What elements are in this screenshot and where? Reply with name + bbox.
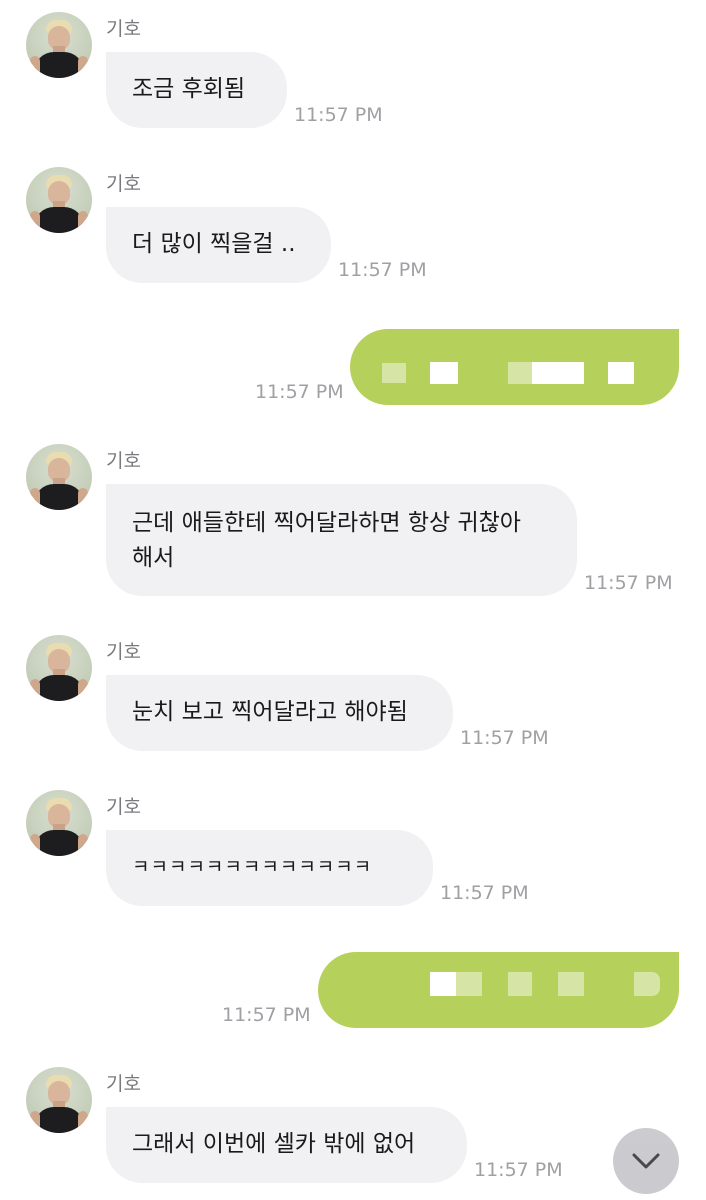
message-bubble[interactable]: 그래서 이번에 셀카 밖에 없어 [106, 1107, 467, 1183]
message-time: 11:57 PM [338, 259, 427, 281]
avatar[interactable] [26, 635, 92, 701]
message-bubble[interactable]: 조금 후회됨 [106, 52, 287, 128]
sender-name: 기호 [106, 18, 141, 40]
message-time: 11:57 PM [460, 727, 549, 749]
message-time: 11:57 PM [222, 1004, 311, 1026]
message-bubble[interactable]: 더 많이 찍을걸 .. [106, 207, 331, 283]
sender-name: 기호 [106, 641, 141, 663]
message-bubble[interactable]: 근데 애들한테 찍어달라하면 항상 귀찮아 해서 [106, 484, 577, 596]
outgoing-message-bubble[interactable] [350, 329, 679, 405]
message-time: 11:57 PM [474, 1159, 563, 1181]
chevron-down-icon [632, 1153, 660, 1169]
message-time: 11:57 PM [440, 882, 529, 904]
avatar[interactable] [26, 12, 92, 78]
avatar[interactable] [26, 1067, 92, 1133]
message-time: 11:57 PM [584, 572, 673, 594]
message-bubble[interactable]: ㅋㅋㅋㅋㅋㅋㅋㅋㅋㅋㅋㅋㅋ [106, 830, 433, 906]
avatar[interactable] [26, 790, 92, 856]
scroll-to-bottom-button[interactable] [613, 1128, 679, 1194]
message-time: 11:57 PM [294, 104, 383, 126]
message-bubble[interactable]: 눈치 보고 찍어달라고 해야됨 [106, 675, 453, 751]
sender-name: 기호 [106, 796, 141, 818]
avatar[interactable] [26, 444, 92, 510]
message-time: 11:57 PM [255, 381, 344, 403]
sender-name: 기호 [106, 450, 141, 472]
sender-name: 기호 [106, 173, 141, 195]
sender-name: 기호 [106, 1073, 141, 1095]
outgoing-message-bubble[interactable] [318, 952, 679, 1028]
avatar[interactable] [26, 167, 92, 233]
